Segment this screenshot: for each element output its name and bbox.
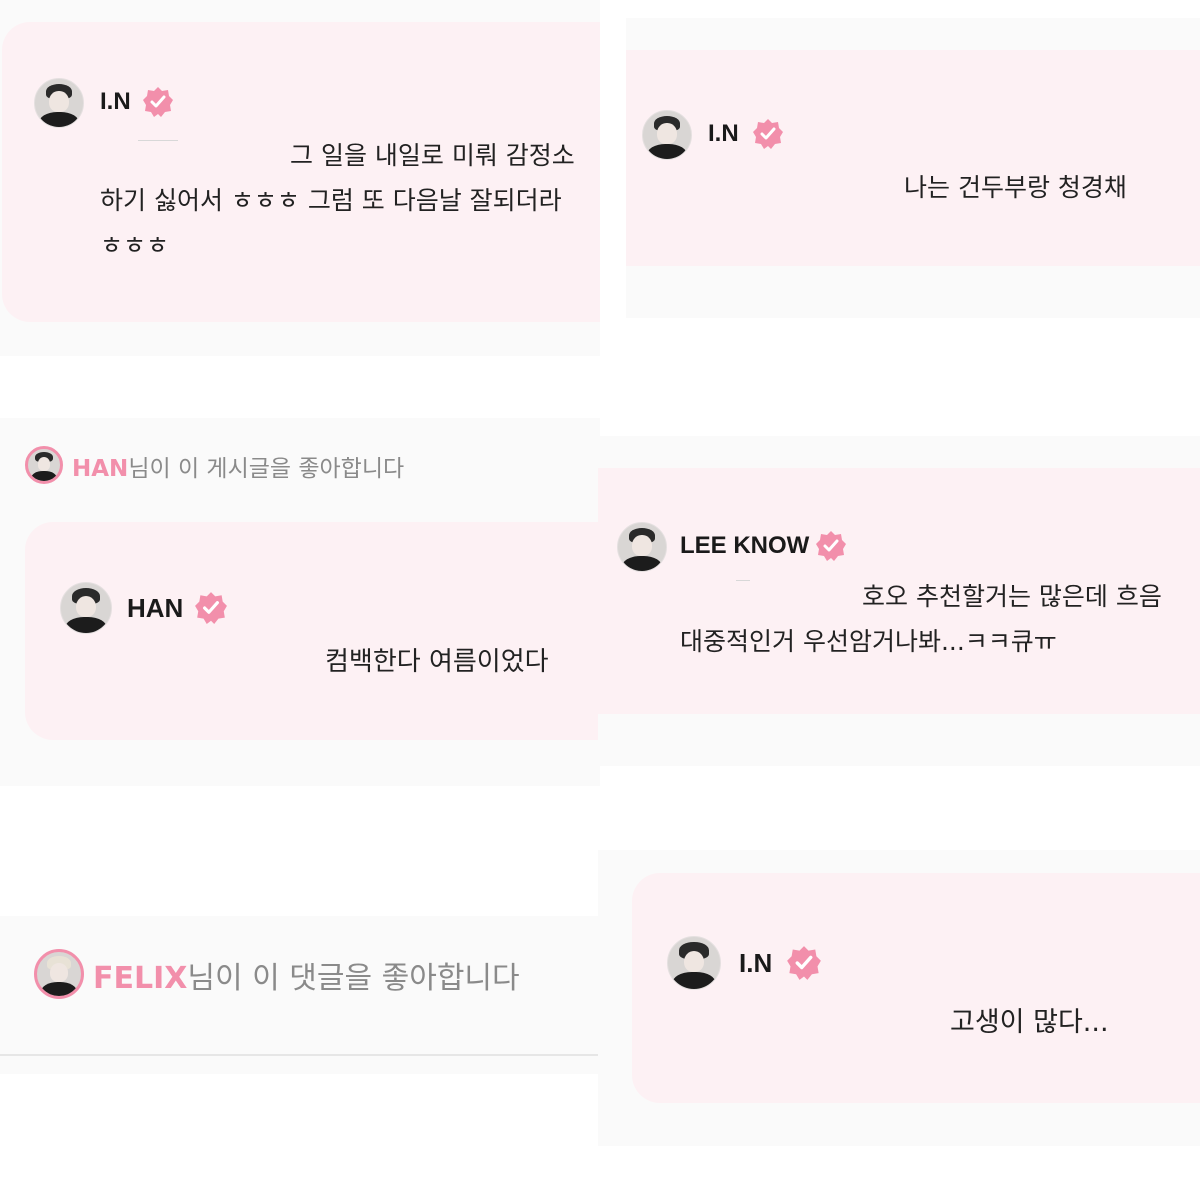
comment-bubble: [632, 873, 1200, 1103]
comment-text-line: ㅎㅎㅎ: [100, 231, 170, 260]
like-message: 님이 이 게시글을 좋아합니다: [128, 456, 405, 482]
comment-text-line: 호오 추천할거는 많은데 흐음: [862, 582, 1162, 611]
avatar[interactable]: [25, 446, 63, 484]
like-user-name[interactable]: HAN: [72, 456, 128, 482]
author-name[interactable]: I.N: [739, 948, 772, 979]
comment-text-line: 대중적인거 우선암거나봐...ㅋㅋ큐ㅠ: [680, 627, 1057, 656]
verified-badge-icon: [143, 87, 173, 117]
comment-bubble: [626, 50, 1200, 266]
avatar[interactable]: [34, 949, 84, 999]
comment-text-line: 나는 건두부랑 청경채: [904, 173, 1127, 202]
comment-bubble: [25, 522, 598, 740]
author-name[interactable]: I.N: [708, 120, 739, 148]
like-notice: HAN님이 이 게시글을 좋아합니다: [72, 449, 404, 483]
verified-badge-icon: [195, 592, 227, 624]
divider-dash: [138, 140, 178, 141]
comment-text-line: 고생이 많다...: [950, 1007, 1109, 1038]
comment-text-line: 컴백한다 여름이었다: [325, 647, 549, 677]
divider-dash: [736, 580, 750, 581]
comment-text-line: 하기 싫어서 ㅎㅎㅎ 그럼 또 다음날 잘되더라: [100, 186, 562, 215]
author-name[interactable]: I.N: [100, 88, 131, 116]
avatar[interactable]: [667, 936, 721, 990]
verified-badge-icon: [816, 531, 846, 561]
like-user-name[interactable]: FELIX: [93, 961, 187, 996]
avatar[interactable]: [34, 78, 84, 128]
like-notice: FELIX님이 이 댓글을 좋아합니다: [93, 953, 520, 997]
avatar[interactable]: [642, 110, 692, 160]
avatar[interactable]: [617, 522, 667, 572]
comment-text-line: 그 일을 내일로 미뤄 감정소: [290, 141, 575, 170]
author-name[interactable]: HAN: [127, 593, 183, 624]
verified-badge-icon: [787, 946, 821, 980]
author-name[interactable]: LEE KNOW: [680, 532, 809, 560]
verified-badge-icon: [753, 119, 783, 149]
like-message: 님이 이 댓글을 좋아합니다: [187, 961, 520, 996]
comment-bubble: [2, 22, 600, 322]
divider: [0, 1054, 598, 1056]
avatar[interactable]: [60, 582, 112, 634]
